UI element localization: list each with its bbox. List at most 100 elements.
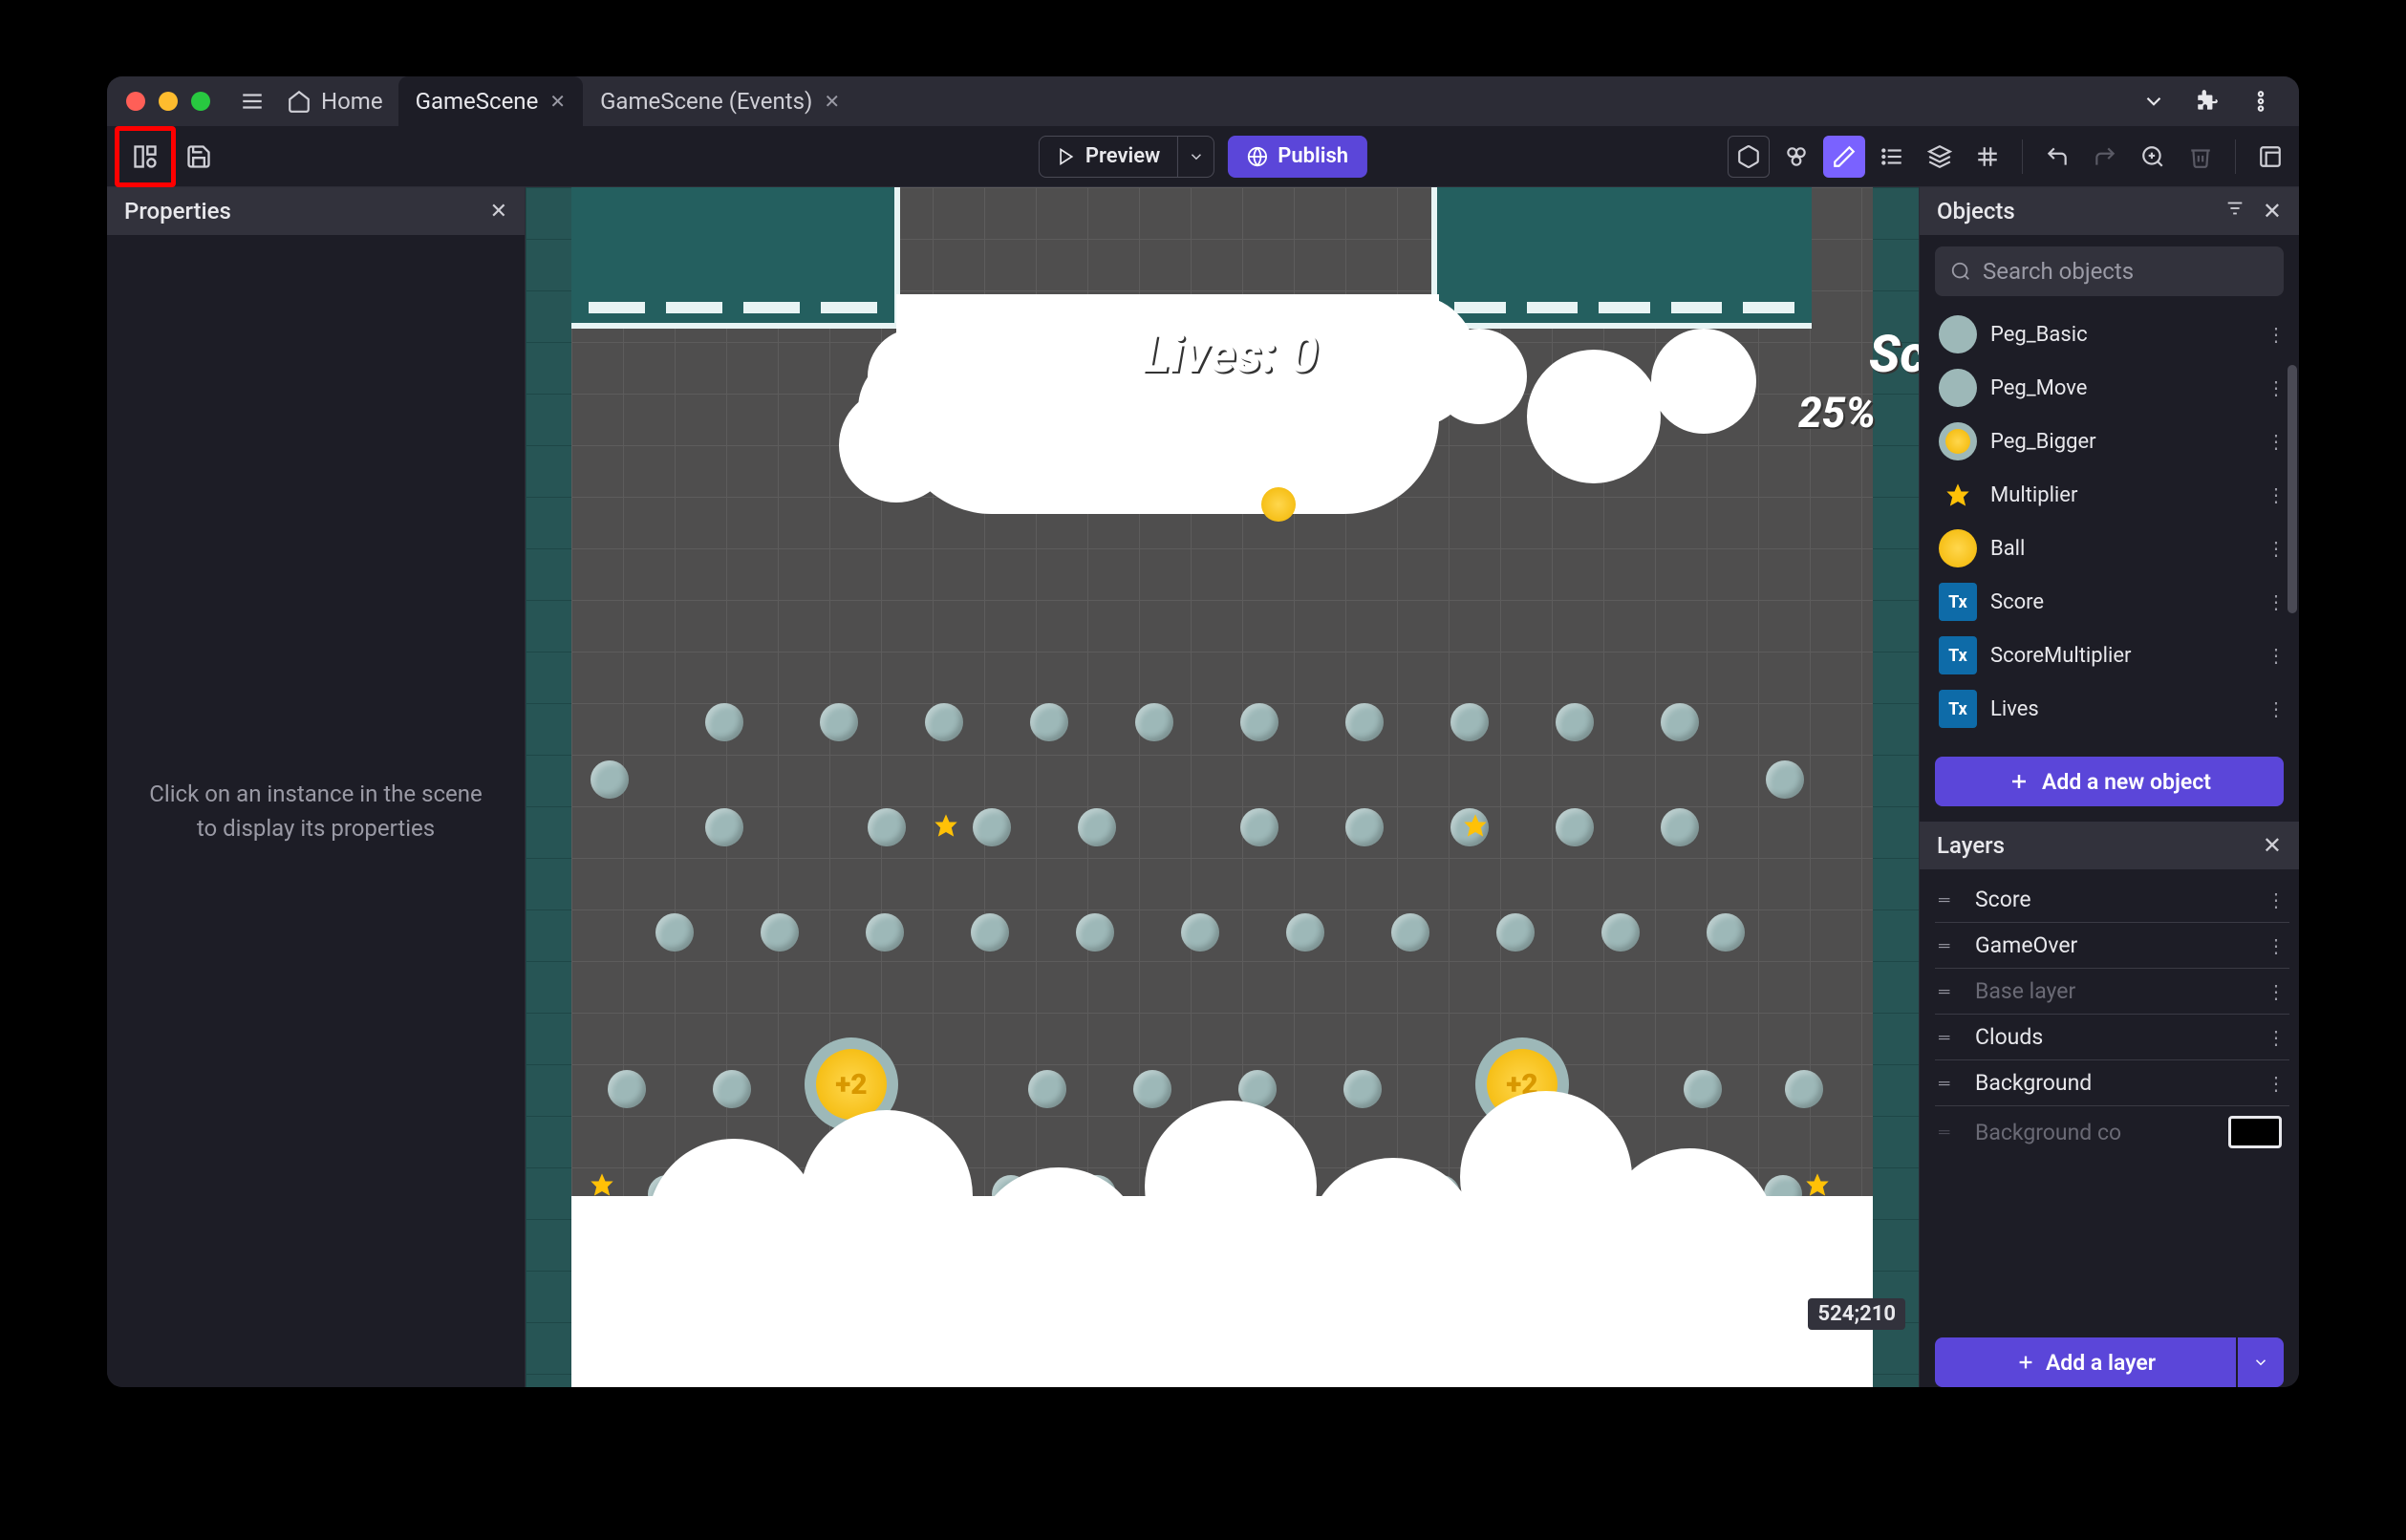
peg-instance[interactable] xyxy=(1766,760,1804,799)
delete-icon[interactable] xyxy=(2180,136,2222,178)
edit-tool-icon[interactable] xyxy=(1823,136,1865,178)
kebab-icon[interactable]: ⋮ xyxy=(2266,430,2286,453)
object-item-peg-bigger[interactable]: Peg_Bigger ⋮ xyxy=(1935,415,2289,468)
drag-handle-icon[interactable]: ═ xyxy=(1939,936,1962,955)
peg-instance[interactable] xyxy=(1707,913,1745,952)
color-swatch[interactable] xyxy=(2228,1116,2282,1148)
peg-instance[interactable] xyxy=(1556,808,1594,846)
kebab-icon[interactable]: ⋮ xyxy=(2266,644,2286,667)
object-item-peg-basic[interactable]: Peg_Basic ⋮ xyxy=(1935,308,2289,361)
layer-item-clouds[interactable]: ═ Clouds ⋮ xyxy=(1935,1015,2289,1060)
filter-icon[interactable] xyxy=(2224,198,2245,225)
main-menu-button[interactable] xyxy=(233,82,271,120)
home-tab[interactable]: Home xyxy=(271,76,398,126)
preview-button[interactable]: Preview xyxy=(1040,137,1177,177)
peg-instance[interactable] xyxy=(1391,913,1429,952)
tab-gamescene-events[interactable]: GameScene (Events) ✕ xyxy=(583,76,857,126)
layer-item-background[interactable]: ═ Background ⋮ xyxy=(1935,1060,2289,1106)
peg-instance[interactable] xyxy=(820,703,858,741)
scrollbar[interactable] xyxy=(2288,365,2297,709)
preview-dropdown[interactable] xyxy=(1177,137,1214,177)
layer-item-base[interactable]: ═ Base layer ⋮ xyxy=(1935,969,2289,1015)
add-layer-dropdown[interactable] xyxy=(2238,1337,2284,1387)
drag-handle-icon[interactable]: ═ xyxy=(1939,1123,1962,1142)
peg-instance[interactable] xyxy=(1450,703,1489,741)
kebab-icon[interactable]: ⋮ xyxy=(2266,376,2286,399)
star-instance[interactable] xyxy=(933,812,959,839)
layer-item-background-color[interactable]: ═ Background co xyxy=(1935,1106,2289,1158)
star-instance[interactable] xyxy=(1804,1171,1831,1198)
peg-instance[interactable] xyxy=(1345,808,1384,846)
peg-instance[interactable] xyxy=(1238,1070,1277,1108)
star-instance[interactable] xyxy=(1462,812,1489,839)
add-object-button[interactable]: Add a new object xyxy=(1935,757,2284,806)
close-panel-icon[interactable]: ✕ xyxy=(2263,832,2282,859)
peg-instance[interactable] xyxy=(1785,1070,1823,1108)
peg-instance[interactable] xyxy=(1661,703,1699,741)
peg-instance[interactable] xyxy=(1661,808,1699,846)
drag-handle-icon[interactable]: ═ xyxy=(1939,1074,1962,1093)
star-instance[interactable] xyxy=(589,1171,615,1198)
open-panel-button[interactable] xyxy=(122,134,168,180)
peg-instance[interactable] xyxy=(973,808,1011,846)
object-item-score[interactable]: Tx Score ⋮ xyxy=(1935,575,2289,629)
peg-instance[interactable] xyxy=(1133,1070,1171,1108)
layer-item-score[interactable]: ═ Score ⋮ xyxy=(1935,877,2289,923)
peg-instance[interactable] xyxy=(1556,703,1594,741)
peg-instance[interactable] xyxy=(1684,1070,1722,1108)
tab-gamescene[interactable]: GameScene ✕ xyxy=(398,76,583,126)
peg-instance[interactable] xyxy=(866,913,904,952)
extensions-icon[interactable] xyxy=(2192,86,2223,117)
peg-instance[interactable] xyxy=(1030,703,1068,741)
kebab-icon[interactable]: ⋮ xyxy=(2266,323,2286,346)
window-maximize-button[interactable] xyxy=(191,92,210,111)
scene-viewport[interactable]: Lives: 0 Score: 0 25% xyxy=(526,187,1919,1387)
window-minimize-button[interactable] xyxy=(159,92,178,111)
add-layer-button[interactable]: Add a layer xyxy=(1935,1337,2236,1387)
peg-instance[interactable] xyxy=(713,1070,751,1108)
kebab-icon[interactable]: ⋮ xyxy=(2266,697,2286,720)
drag-handle-icon[interactable]: ═ xyxy=(1939,1028,1962,1047)
peg-instance[interactable] xyxy=(1496,913,1535,952)
kebab-icon[interactable]: ⋮ xyxy=(2266,537,2286,560)
peg-instance[interactable] xyxy=(655,913,694,952)
layers-tool-icon[interactable] xyxy=(1919,136,1961,178)
peg-instance[interactable] xyxy=(1181,913,1219,952)
peg-instance[interactable] xyxy=(705,703,743,741)
kebab-icon[interactable]: ⋮ xyxy=(2266,483,2286,506)
drag-handle-icon[interactable]: ═ xyxy=(1939,982,1962,1001)
peg-instance[interactable] xyxy=(1601,913,1640,952)
objects-search[interactable]: Search objects xyxy=(1935,246,2284,296)
undo-icon[interactable] xyxy=(2036,136,2078,178)
object-item-multiplier[interactable]: Multiplier ⋮ xyxy=(1935,468,2289,522)
groups-tool-icon[interactable] xyxy=(1775,136,1817,178)
peg-instance[interactable] xyxy=(1286,913,1324,952)
save-button[interactable] xyxy=(176,134,222,180)
list-tool-icon[interactable] xyxy=(1871,136,1913,178)
settings-tool-icon[interactable] xyxy=(2249,136,2291,178)
chevron-down-icon[interactable] xyxy=(2138,86,2169,117)
peg-bigger-instance[interactable]: +2 xyxy=(805,1037,898,1131)
object-item-lives[interactable]: Tx Lives ⋮ xyxy=(1935,682,2289,736)
peg-instance[interactable] xyxy=(1240,808,1278,846)
kebab-icon[interactable]: ⋮ xyxy=(2266,888,2286,911)
kebab-icon[interactable]: ⋮ xyxy=(2266,980,2286,1003)
layer-item-gameover[interactable]: ═ GameOver ⋮ xyxy=(1935,923,2289,969)
peg-instance[interactable] xyxy=(1076,913,1114,952)
peg-instance[interactable] xyxy=(1028,1070,1066,1108)
peg-instance[interactable] xyxy=(608,1070,646,1108)
peg-instance[interactable] xyxy=(971,913,1009,952)
peg-instance[interactable] xyxy=(591,760,629,799)
peg-instance[interactable] xyxy=(1078,808,1116,846)
object-item-ball[interactable]: Ball ⋮ xyxy=(1935,522,2289,575)
close-tab-icon[interactable]: ✕ xyxy=(549,90,566,113)
drag-handle-icon[interactable]: ═ xyxy=(1939,890,1962,909)
peg-instance[interactable] xyxy=(1345,703,1384,741)
peg-instance[interactable] xyxy=(1240,703,1278,741)
redo-icon[interactable] xyxy=(2084,136,2126,178)
kebab-icon[interactable]: ⋮ xyxy=(2266,1072,2286,1095)
window-close-button[interactable] xyxy=(126,92,145,111)
kebab-icon[interactable]: ⋮ xyxy=(2266,1026,2286,1049)
peg-instance[interactable] xyxy=(1343,1070,1382,1108)
peg-instance[interactable] xyxy=(705,808,743,846)
